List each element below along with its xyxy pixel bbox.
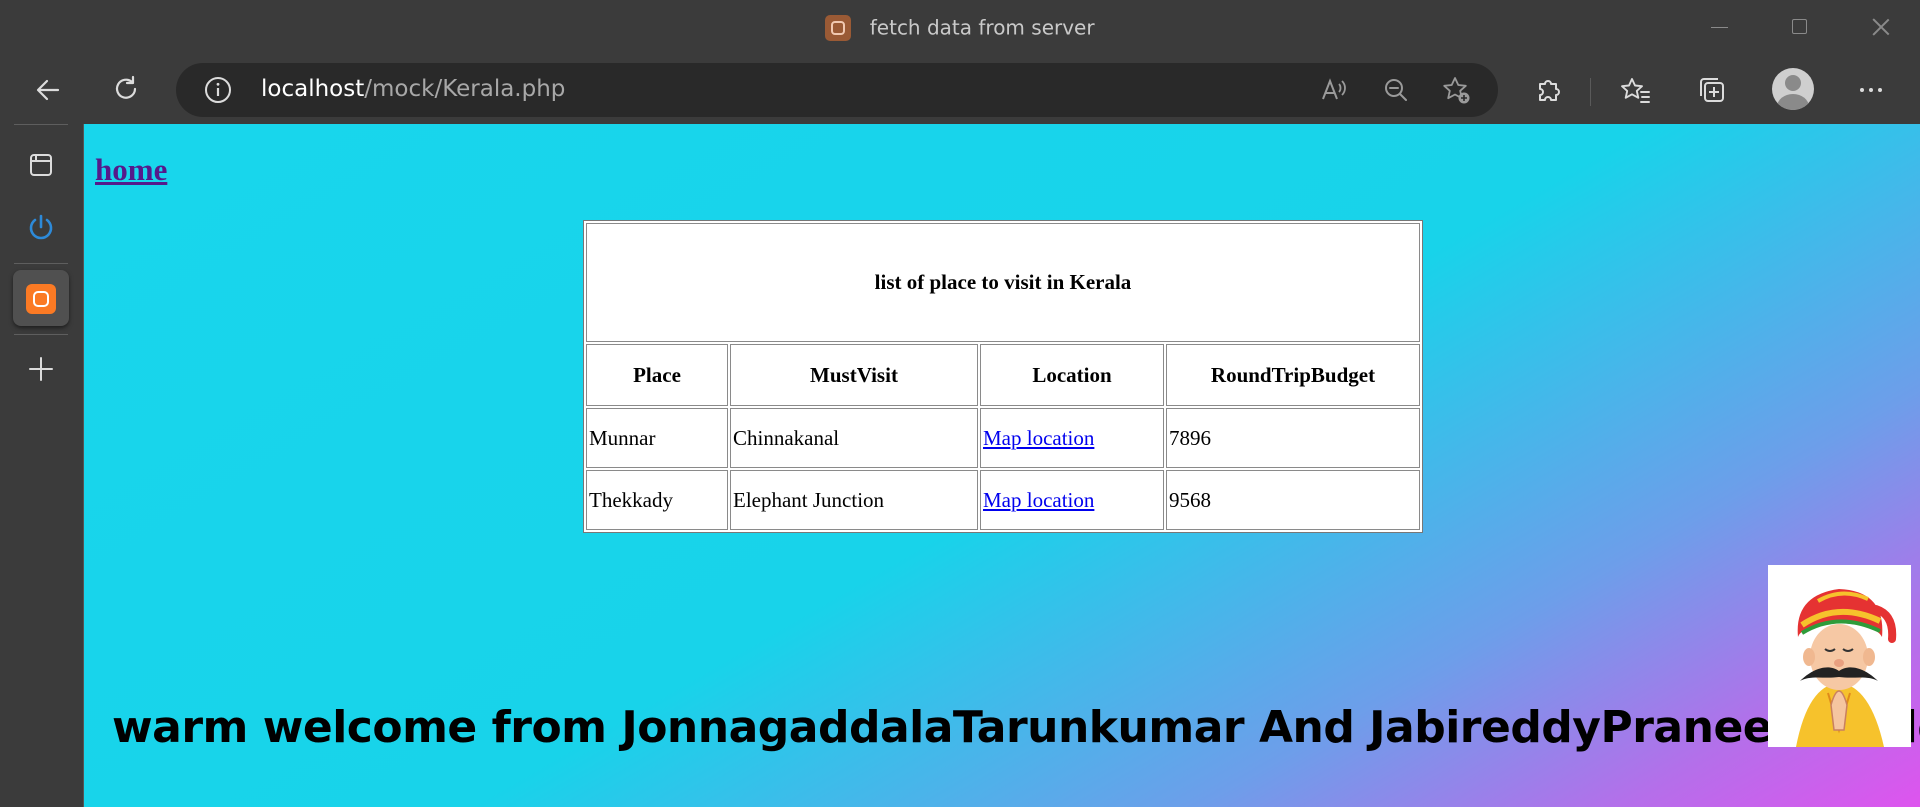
power-icon[interactable] [22,208,60,246]
cell-place: Munnar [586,408,728,468]
col-header-place: Place [586,344,728,406]
window-title: fetch data from server [869,15,1095,40]
browser-toolbar: localhost/mock/Kerala.php [0,58,1920,124]
refresh-icon[interactable] [108,72,144,108]
col-header-roundtripbudget: RoundTripBudget [1166,344,1420,406]
back-arrow-icon[interactable] [30,72,66,108]
sidebar-separator [14,334,68,335]
collections-icon[interactable] [1694,72,1730,108]
title-bar: fetch data from server [0,0,1920,58]
table-row: Munnar Chinnakanal Map location 7896 [586,408,1420,468]
table-title: list of place to visit in Kerala [586,223,1420,342]
minimize-button[interactable] [1705,12,1735,42]
close-button[interactable] [1866,12,1896,42]
table-row: Thekkady Elephant Junction Map location … [586,470,1420,530]
welcome-message: warm welcome from JonnagaddalaTarunkumar… [112,702,1920,753]
profile-avatar[interactable] [1772,68,1814,110]
maximize-button[interactable] [1785,12,1815,42]
table-header-row: Place MustVisit Location RoundTripBudget [586,344,1420,406]
xampp-tab-icon [825,14,852,41]
address-bar[interactable]: localhost/mock/Kerala.php [176,63,1498,117]
table-title-row: list of place to visit in Kerala [586,223,1420,342]
url-text[interactable]: localhost/mock/Kerala.php [261,76,565,102]
page-content: home list of place to visit in Kerala Pl… [84,124,1920,807]
sidebar-separator [14,263,68,264]
add-favorite-icon[interactable] [1441,75,1471,105]
vertical-tabs-sidebar [0,124,84,807]
url-path: /mock/Kerala.php [364,76,566,102]
tab-actions-icon[interactable] [22,146,60,184]
map-location-link[interactable]: Map location [983,426,1094,450]
read-aloud-icon[interactable] [1318,75,1348,105]
favorites-icon[interactable] [1617,72,1653,108]
sidebar-separator [14,124,68,125]
cell-location: Map location [980,408,1164,468]
zoom-out-icon[interactable] [1381,75,1411,105]
home-link[interactable]: home [95,152,167,188]
places-table: list of place to visit in Kerala Place M… [583,220,1423,533]
url-host: localhost [261,76,365,102]
cell-mustvisit: Chinnakanal [730,408,978,468]
more-icon[interactable] [1853,72,1889,108]
xampp-icon [26,284,56,314]
col-header-location: Location [980,344,1164,406]
cell-mustvisit: Elephant Junction [730,470,978,530]
extensions-icon[interactable] [1530,72,1566,108]
cell-budget: 7896 [1166,408,1420,468]
cell-location: Map location [980,470,1164,530]
turban-man-greeting-image [1768,565,1911,747]
map-location-link[interactable]: Map location [983,488,1094,512]
cell-place: Thekkady [586,470,728,530]
info-icon[interactable] [204,76,232,104]
window-title-group: fetch data from server [0,14,1920,41]
col-header-mustvisit: MustVisit [730,344,978,406]
toolbar-divider [1590,78,1591,106]
cell-budget: 9568 [1166,470,1420,530]
sidebar-tab-xampp[interactable] [13,270,69,326]
add-icon[interactable] [22,350,60,388]
